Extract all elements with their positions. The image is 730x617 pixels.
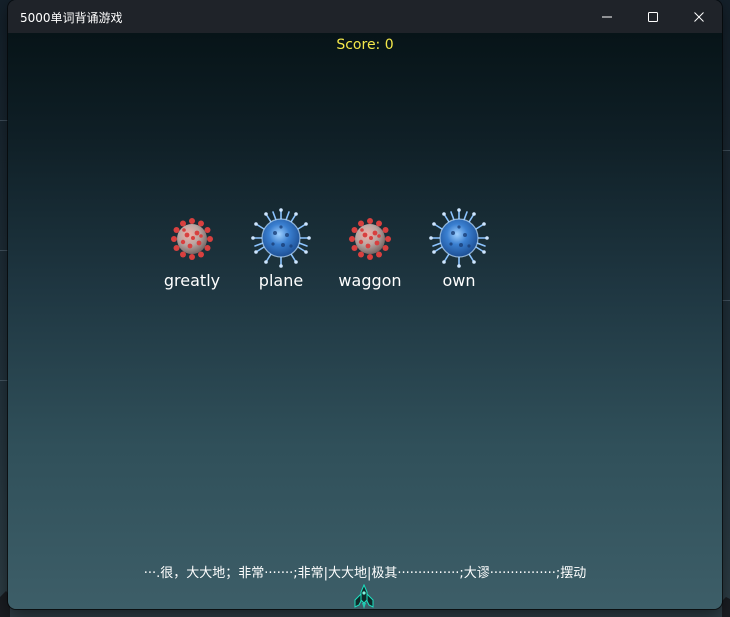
maximize-button[interactable] <box>630 0 676 33</box>
enemy-word-label: plane <box>258 271 304 290</box>
spaceship-icon[interactable] <box>353 584 375 609</box>
close-icon <box>694 11 704 22</box>
minimize-icon <box>602 16 612 17</box>
enemy-word[interactable]: greatly <box>147 215 237 295</box>
blue-virus-icon <box>429 208 489 268</box>
enemy-word[interactable]: waggon <box>325 215 415 295</box>
close-button[interactable] <box>676 0 722 33</box>
score-label: Score: 0 <box>336 37 394 53</box>
game-window: 5000单词背诵游戏 Score: 0 greatly plane waggon… <box>8 0 722 609</box>
enemy-word-label: greatly <box>163 271 221 290</box>
definition-prompt: ···.很，大大地；非常·······;非常|大大地|极其···········… <box>143 566 587 581</box>
enemy-word-label: own <box>442 271 476 290</box>
window-title: 5000单词背诵游戏 <box>20 11 123 25</box>
game-canvas[interactable]: Score: 0 greatly plane waggon own ···.很，… <box>8 33 722 609</box>
title-bar[interactable]: 5000单词背诵游戏 <box>8 0 722 33</box>
maximize-icon <box>648 11 658 22</box>
enemy-word-label: waggon <box>338 271 402 290</box>
blue-virus-icon <box>251 208 311 268</box>
red-virus-icon <box>349 218 391 260</box>
enemy-word[interactable]: plane <box>236 208 326 295</box>
enemy-word[interactable]: own <box>414 208 504 295</box>
red-virus-icon <box>171 218 213 260</box>
score-display: Score: 0 <box>8 37 722 53</box>
minimize-button[interactable] <box>584 0 630 33</box>
